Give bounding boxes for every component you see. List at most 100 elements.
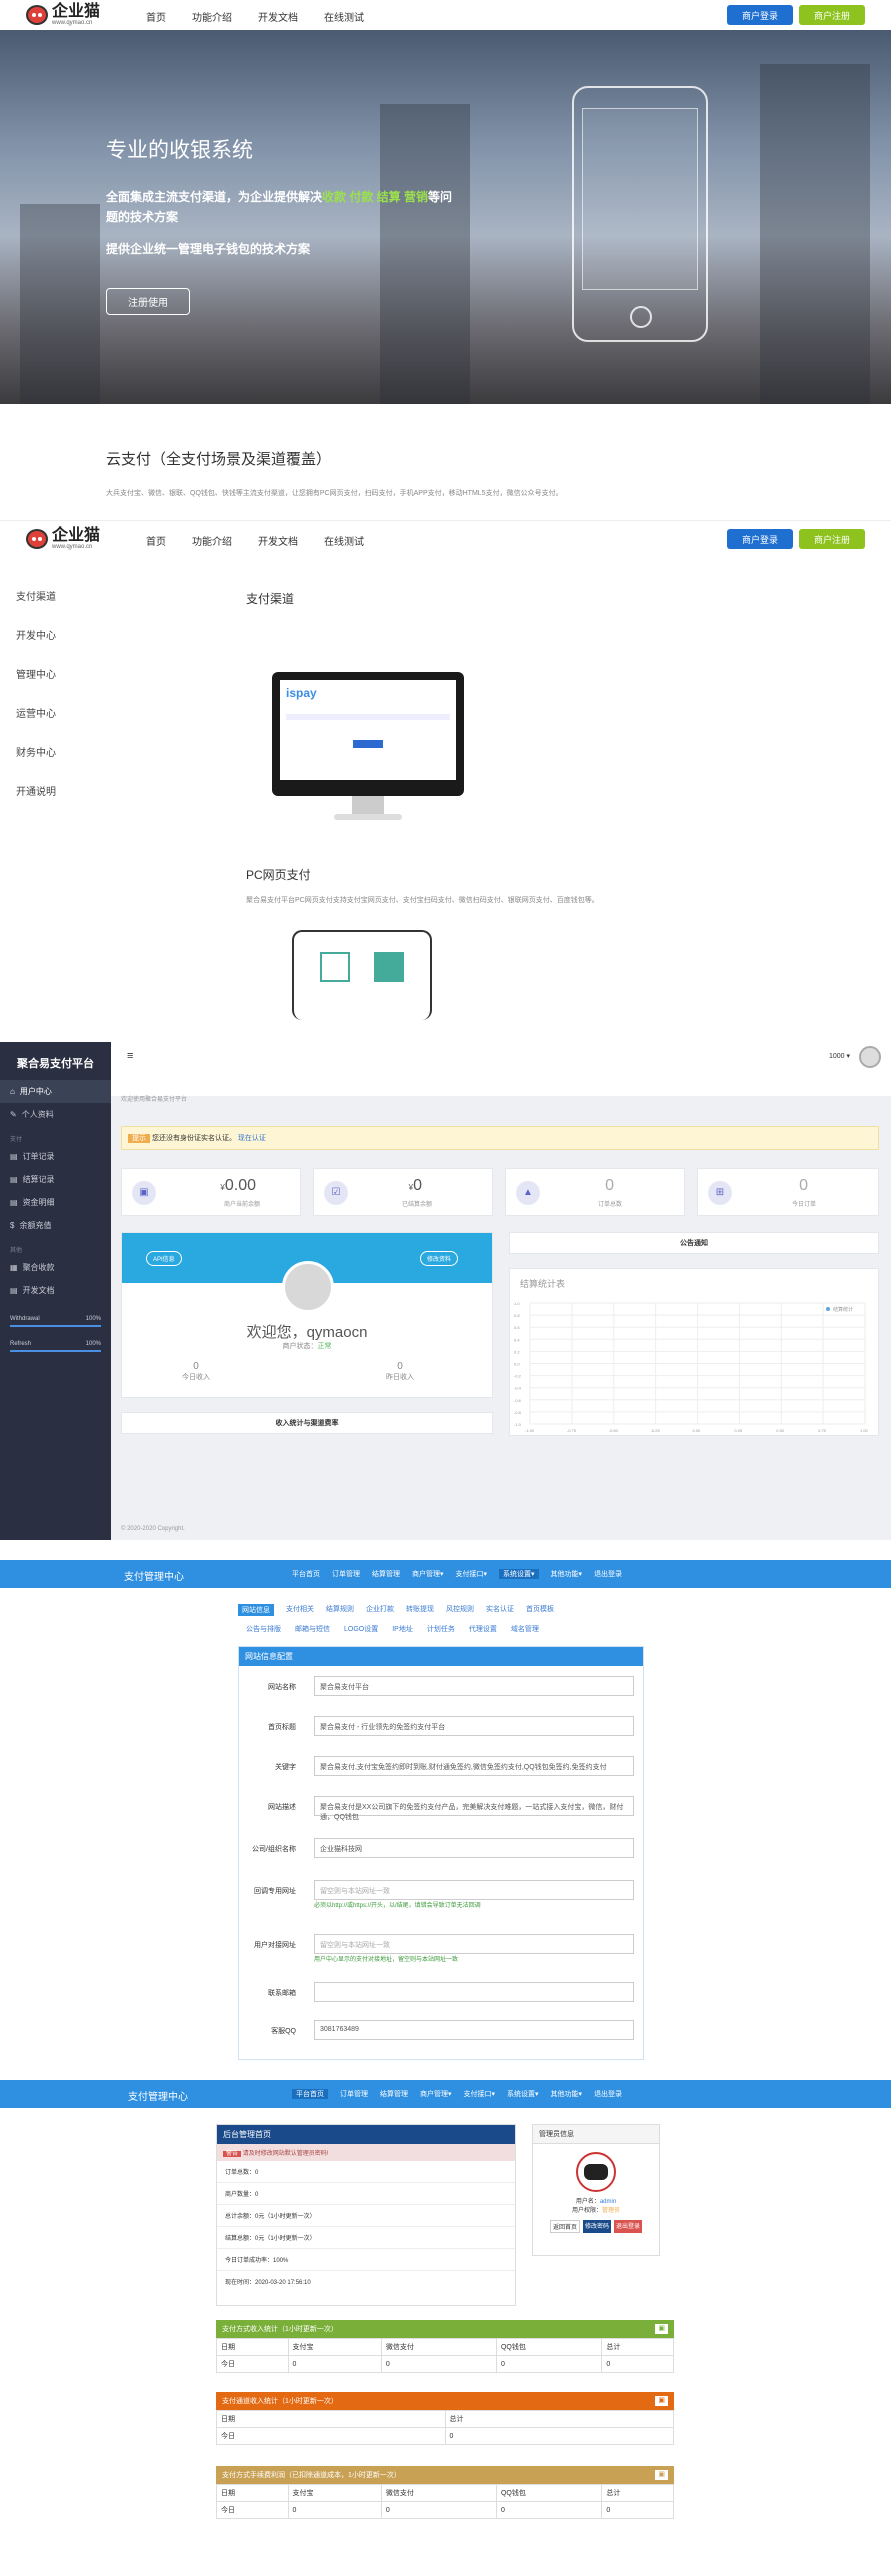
sys-nav-other[interactable]: 其他功能▾: [551, 1569, 583, 1579]
doc-side-guide[interactable]: 开通说明: [16, 783, 56, 798]
avatar[interactable]: [859, 1046, 881, 1068]
menu-toggle-icon[interactable]: ≡: [127, 1050, 133, 1062]
admin-menu-home[interactable]: ⌂ 用户中心: [0, 1080, 111, 1103]
callback-hint: 必须以http://或https://开头，以/结尾，填错会导致订单无法回调: [314, 1903, 481, 1909]
admin-menu-docs[interactable]: ▤ 开发文档: [0, 1279, 111, 1302]
field-input[interactable]: 留空则与本站网址一致: [314, 1934, 634, 1954]
tab-pay[interactable]: 支付相关: [286, 1604, 314, 1616]
nav-features[interactable]: 功能介绍: [192, 533, 232, 548]
income-label: 今日收入: [182, 1374, 210, 1381]
sys-nav-settings[interactable]: 系统设置▾: [507, 2089, 539, 2099]
admin-menu-recharge[interactable]: $ 余额充值: [0, 1214, 111, 1237]
field-input[interactable]: 3081763489: [314, 2020, 634, 2040]
nav-docs[interactable]: 开发文档: [258, 533, 298, 548]
field-input[interactable]: 聚合易支付平台: [314, 1676, 634, 1696]
nav-test[interactable]: 在线测试: [324, 533, 364, 548]
change-password-button[interactable]: 修改密码: [582, 2220, 611, 2233]
tab-logo[interactable]: LOGO设置: [344, 1624, 378, 1634]
field-input[interactable]: [314, 1982, 634, 2002]
logo[interactable]: 企业猫 www.qymao.cn: [26, 528, 100, 550]
sys-nav-orders[interactable]: 订单管理: [332, 1569, 360, 1579]
register-button[interactable]: 商户注册: [799, 5, 865, 25]
th: 微信支付: [380, 2338, 497, 2356]
sys-nav-home[interactable]: 平台首页: [292, 2089, 328, 2099]
api-info-button[interactable]: API信息: [146, 1251, 182, 1266]
notice-link[interactable]: 现在认证: [238, 1135, 266, 1142]
sys-nav-api[interactable]: 支付接口▾: [456, 1569, 488, 1579]
edit-profile-button[interactable]: 修改资料: [420, 1251, 459, 1266]
td: 0: [287, 2501, 382, 2519]
tab-mail[interactable]: 邮箱与短信: [295, 1624, 330, 1634]
sys-nav-other[interactable]: 其他功能▾: [551, 2089, 583, 2099]
sys-nav-settle[interactable]: 结算管理: [372, 1569, 400, 1579]
user-dropdown[interactable]: 1000 ▾: [829, 1052, 850, 1060]
tab-ip[interactable]: IP地址: [392, 1624, 413, 1634]
tab-notice[interactable]: 公告与排版: [246, 1624, 281, 1634]
login-button[interactable]: 商户登录: [727, 529, 793, 549]
sys-nav-logout[interactable]: 退出登录: [594, 2089, 622, 2099]
field-input[interactable]: 聚合易支付,支付宝免签约即时到账,财付通免签约,微信免签约支付,QQ钱包免签约,…: [314, 1756, 634, 1776]
tab-template[interactable]: 首页模板: [526, 1604, 554, 1616]
nav-home[interactable]: 首页: [146, 533, 166, 548]
table-title: 支付方式手续费利润（已扣除通道成本，1小时更新一次） ▣: [216, 2466, 674, 2484]
sys-nav-settings[interactable]: 系统设置▾: [499, 1569, 539, 1579]
sys-nav-orders[interactable]: 订单管理: [340, 2089, 368, 2099]
nav-docs[interactable]: 开发文档: [258, 9, 298, 24]
sys-nav-merchants[interactable]: 商户管理▾: [420, 2089, 452, 2099]
doc-side-ops[interactable]: 运营中心: [16, 705, 56, 720]
status-label: 商户状态：: [282, 1343, 318, 1350]
th: 日期: [216, 2338, 289, 2356]
table-header: 日期 总计: [216, 2410, 674, 2428]
doc-side-dev[interactable]: 开发中心: [16, 627, 56, 642]
login-button[interactable]: 商户登录: [727, 5, 793, 25]
tab-proxy[interactable]: 代理设置: [469, 1624, 497, 1634]
progress-refresh: Refresh 100%: [0, 1327, 111, 1352]
sys-nav-logout[interactable]: 退出登录: [594, 1569, 622, 1579]
collapse-icon[interactable]: ▣: [655, 2470, 668, 2480]
cta-register-button[interactable]: 注册使用: [106, 288, 190, 315]
tab-cron[interactable]: 计划任务: [427, 1624, 455, 1634]
profile-card: API信息 修改资料 欢迎您，qymaocn 商户状态：正常 0 今日收入 0 昨日…: [121, 1232, 493, 1398]
announce-button[interactable]: 公告通知: [509, 1232, 879, 1254]
field-input[interactable]: 聚合易支付 - 行业领先的免签约支付平台: [314, 1716, 634, 1736]
logo[interactable]: 企业猫 www.qymao.cn: [26, 4, 100, 26]
nav-test[interactable]: 在线测试: [324, 9, 364, 24]
back-home-link[interactable]: 返回首页: [549, 2220, 580, 2233]
tab-realname[interactable]: 实名认证: [486, 1604, 514, 1616]
field-input[interactable]: 留空则与本站网址一致: [314, 1880, 634, 1900]
admin-menu-profile[interactable]: ✎ 个人资料: [0, 1103, 111, 1126]
notice-text: 您还没有身份证实名认证。: [151, 1135, 236, 1142]
admin-menu-funds[interactable]: ▤ 资金明细: [0, 1191, 111, 1214]
tab-transfer[interactable]: 企业打款: [366, 1604, 394, 1616]
tab-settle-rules[interactable]: 结算规则: [326, 1604, 354, 1616]
sys-nav-settle[interactable]: 结算管理: [380, 2089, 408, 2099]
nav-features[interactable]: 功能介绍: [192, 9, 232, 24]
admin-menu-orders[interactable]: ▤ 订单记录: [0, 1145, 111, 1168]
th: 日期: [216, 2484, 289, 2502]
admin-menu-collect[interactable]: ▦ 聚合收款: [0, 1256, 111, 1279]
admin-menu-settle[interactable]: ▤ 结算记录: [0, 1168, 111, 1191]
logout-button[interactable]: 退出登录: [614, 2220, 643, 2233]
doc-side-channels[interactable]: 支付渠道: [16, 588, 56, 603]
tab-risk[interactable]: 风控规则: [446, 1604, 474, 1616]
sys-nav-home[interactable]: 平台首页: [292, 1569, 320, 1579]
tab-withdraw[interactable]: 转账提现: [406, 1604, 434, 1616]
collapse-icon[interactable]: ▣: [655, 2396, 668, 2406]
income-stats-button[interactable]: 收入统计与渠道费率: [121, 1412, 493, 1434]
td: 0: [495, 2355, 603, 2373]
sys-nav-merchants[interactable]: 商户管理▾: [412, 1569, 444, 1579]
register-button[interactable]: 商户注册: [799, 529, 865, 549]
sys-tabs-2: 公告与排版 邮箱与短信 LOGO设置 IP地址 计划任务 代理设置 域名管理: [246, 1624, 539, 1634]
nav-home[interactable]: 首页: [146, 9, 166, 24]
tab-site-info[interactable]: 网站信息: [238, 1604, 274, 1616]
tab-domain[interactable]: 域名管理: [511, 1624, 539, 1634]
field-input[interactable]: 聚合易支付是XX公司旗下的免签约支付产品，完美解决支付难题，一站式接入支付宝，微…: [314, 1796, 634, 1821]
doc-side-finance[interactable]: 财务中心: [16, 744, 56, 759]
field-input[interactable]: 企业猫科技网: [314, 1838, 634, 1858]
doc-side-manage[interactable]: 管理中心: [16, 666, 56, 681]
collapse-icon[interactable]: ▣: [655, 2324, 668, 2334]
admin-menu-label: 开发文档: [22, 1286, 55, 1295]
td: 0: [444, 2427, 674, 2445]
sys-nav-api[interactable]: 支付接口▾: [464, 2089, 496, 2099]
th: 支付宝: [287, 2338, 382, 2356]
